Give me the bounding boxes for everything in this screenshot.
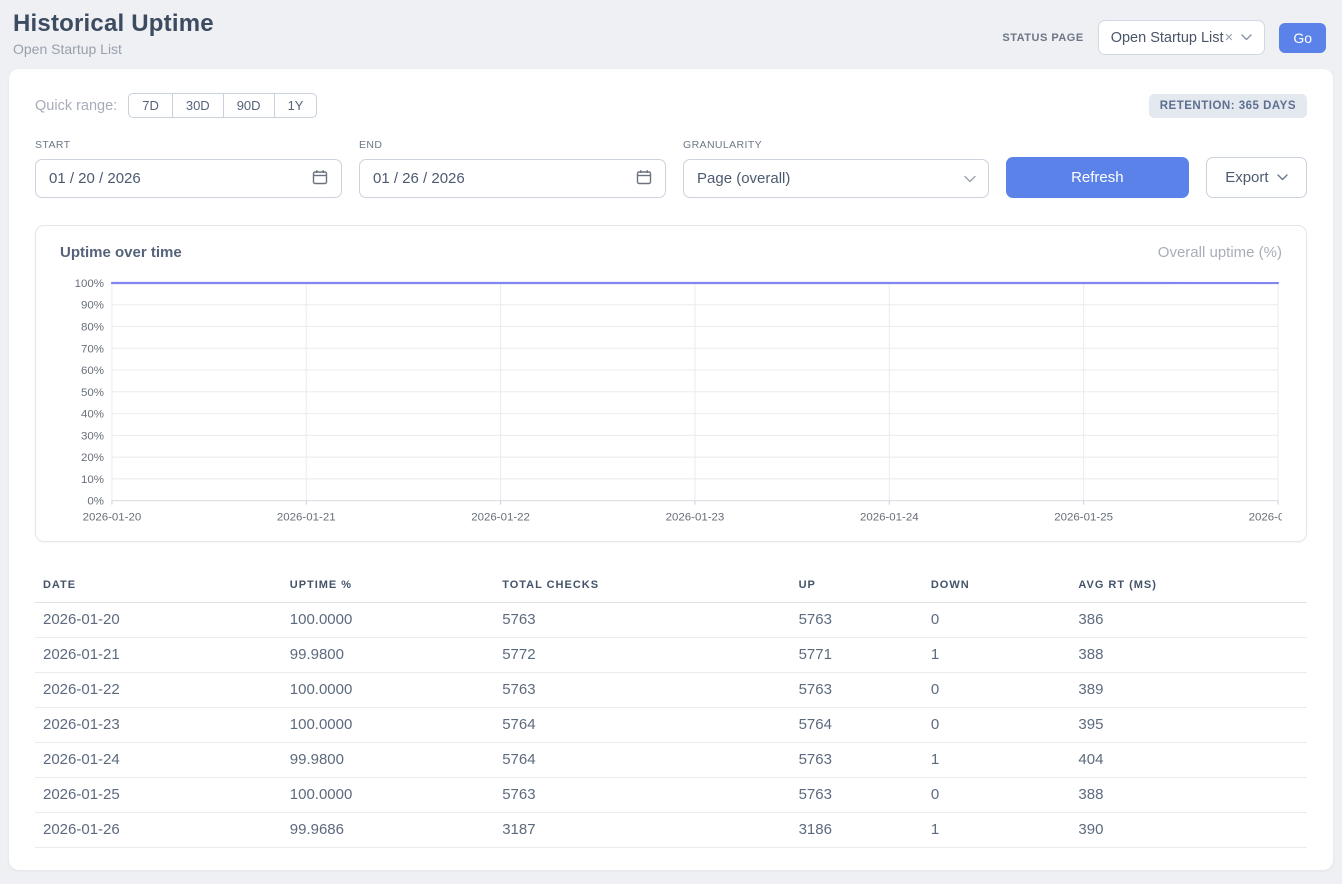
uptime-table-head: DATE UPTIME % TOTAL CHECKS UP DOWN AVG R… <box>35 569 1307 603</box>
granularity-select[interactable]: Page (overall) <box>683 159 989 198</box>
status-page-select[interactable]: Open Startup List × <box>1098 20 1266 55</box>
quick-range-group-wrap: Quick range: 7D 30D 90D 1Y <box>35 93 317 118</box>
refresh-button[interactable]: Refresh <box>1006 157 1189 198</box>
quick-range-30d[interactable]: 30D <box>172 93 224 118</box>
col-down: DOWN <box>923 569 1071 603</box>
chart-header: Uptime over time Overall uptime (%) <box>60 244 1282 261</box>
calendar-icon[interactable] <box>312 169 328 189</box>
uptime-table-body: 2026-01-20100.00005763576303862026-01-21… <box>35 602 1307 847</box>
end-field-wrap: END 01 / 26 / 2026 <box>359 139 666 198</box>
svg-text:60%: 60% <box>81 365 104 377</box>
title-block: Historical Uptime Open Startup List <box>13 10 214 57</box>
table-row: 2026-01-2499.9800576457631404 <box>35 742 1307 777</box>
chart-svg: 0% 10% 20% 30% 40% 50% 60% 70% 80% 90% 100% 2026-01… <box>60 275 1282 529</box>
page-subtitle: Open Startup List <box>13 41 214 57</box>
svg-text:100%: 100% <box>75 278 104 290</box>
quick-range-90d[interactable]: 90D <box>223 93 275 118</box>
status-page-selected-value: Open Startup List <box>1111 30 1224 46</box>
start-date-value: 01 / 20 / 2026 <box>49 170 141 187</box>
table-row: 2026-01-20100.0000576357630386 <box>35 602 1307 637</box>
calendar-icon[interactable] <box>636 169 652 189</box>
svg-text:2026-01-21: 2026-01-21 <box>277 512 336 524</box>
table-row: 2026-01-23100.0000576457640395 <box>35 707 1307 742</box>
svg-text:10%: 10% <box>81 474 104 486</box>
svg-text:70%: 70% <box>81 343 104 355</box>
svg-text:2026-01-25: 2026-01-25 <box>1054 512 1113 524</box>
table-row: 2026-01-2699.9686318731861390 <box>35 812 1307 847</box>
start-field-wrap: START 01 / 20 / 2026 <box>35 139 342 198</box>
go-button[interactable]: Go <box>1279 23 1326 53</box>
end-label: END <box>359 139 666 151</box>
table-row: 2026-01-25100.0000576357630388 <box>35 777 1307 812</box>
svg-text:50%: 50% <box>81 387 104 399</box>
chevron-down-icon <box>1277 174 1288 181</box>
svg-text:2026-01-22: 2026-01-22 <box>471 512 530 524</box>
svg-text:40%: 40% <box>81 409 104 421</box>
header-controls: STATUS PAGE Open Startup List × Go <box>1002 20 1326 55</box>
svg-text:2026-01-26: 2026-01-26 <box>1249 512 1282 524</box>
granularity-field-wrap: GRANULARITY Page (overall) <box>683 139 989 198</box>
granularity-label: GRANULARITY <box>683 139 989 151</box>
quick-range-1y[interactable]: 1Y <box>274 93 318 118</box>
col-uptime: UPTIME % <box>282 569 494 603</box>
clear-icon[interactable]: × <box>1225 29 1234 46</box>
svg-text:90%: 90% <box>81 300 104 312</box>
retention-badge: RETENTION: 365 DAYS <box>1149 94 1307 118</box>
col-avg-rt: AVG RT (MS) <box>1070 569 1307 603</box>
svg-text:80%: 80% <box>81 322 104 334</box>
quick-range-row: Quick range: 7D 30D 90D 1Y RETENTION: 36… <box>35 93 1307 118</box>
export-button[interactable]: Export <box>1206 157 1307 198</box>
svg-text:30%: 30% <box>81 430 104 442</box>
chevron-down-icon <box>964 175 975 182</box>
col-date: DATE <box>35 569 282 603</box>
quick-range-label: Quick range: <box>35 98 117 114</box>
uptime-chart-card: Uptime over time Overall uptime (%) 0% 10… <box>35 225 1307 542</box>
end-date-value: 01 / 26 / 2026 <box>373 170 465 187</box>
svg-text:2026-01-20: 2026-01-20 <box>83 512 142 524</box>
table-row: 2026-01-22100.0000576357630389 <box>35 672 1307 707</box>
svg-text:0%: 0% <box>87 496 104 508</box>
chart-legend: Overall uptime (%) <box>1158 244 1282 261</box>
page-header: Historical Uptime Open Startup List STAT… <box>0 0 1342 69</box>
col-total-checks: TOTAL CHECKS <box>494 569 790 603</box>
uptime-line-chart: 0% 10% 20% 30% 40% 50% 60% 70% 80% 90% 100% 2026-01… <box>60 275 1282 529</box>
filter-form-row: START 01 / 20 / 2026 END 01 / 26 / 2026 … <box>35 139 1307 198</box>
granularity-selected-value: Page (overall) <box>697 170 790 187</box>
main-panel: Quick range: 7D 30D 90D 1Y RETENTION: 36… <box>9 69 1333 870</box>
svg-text:2026-01-24: 2026-01-24 <box>860 512 919 524</box>
start-date-input[interactable]: 01 / 20 / 2026 <box>35 159 342 198</box>
chart-title: Uptime over time <box>60 244 182 261</box>
table-row: 2026-01-2199.9800577257711388 <box>35 637 1307 672</box>
quick-range-group: 7D 30D 90D 1Y <box>128 93 317 118</box>
chevron-down-icon <box>1241 34 1252 41</box>
quick-range-7d[interactable]: 7D <box>128 93 173 118</box>
svg-text:2026-01-23: 2026-01-23 <box>666 512 725 524</box>
col-up: UP <box>791 569 923 603</box>
uptime-table: DATE UPTIME % TOTAL CHECKS UP DOWN AVG R… <box>35 569 1307 848</box>
end-date-input[interactable]: 01 / 26 / 2026 <box>359 159 666 198</box>
table-header-row: DATE UPTIME % TOTAL CHECKS UP DOWN AVG R… <box>35 569 1307 603</box>
status-page-label: STATUS PAGE <box>1002 32 1083 44</box>
page-title: Historical Uptime <box>13 10 214 38</box>
export-button-label: Export <box>1225 169 1268 186</box>
start-label: START <box>35 139 342 151</box>
svg-text:20%: 20% <box>81 452 104 464</box>
